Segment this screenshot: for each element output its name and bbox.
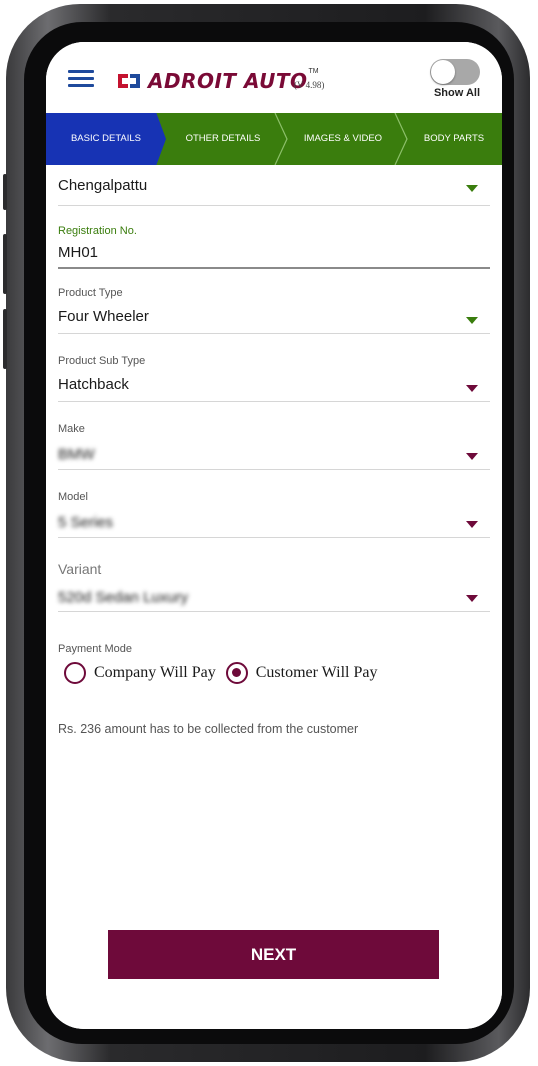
field-underline: [58, 333, 490, 334]
volume-down-button: [3, 309, 7, 369]
app-header: ADROIT AUTO TM (V 4.98) Show All: [46, 42, 502, 113]
make-select[interactable]: Make BMW: [58, 423, 490, 471]
product-sub-type-select[interactable]: Product Sub Type Hatchback: [58, 355, 490, 403]
collection-note: Rs. 236 amount has to be collected from …: [58, 722, 359, 736]
show-all-label: Show All: [433, 87, 481, 99]
field-underline: [58, 401, 490, 402]
location-value: Chengalpattu: [58, 177, 148, 194]
variant-select[interactable]: Variant 520d Sedan Luxury: [58, 561, 490, 613]
app-version: (V 4.98): [294, 80, 325, 90]
field-underline: [58, 611, 490, 612]
hamburger-menu-icon[interactable]: [68, 70, 94, 88]
registration-label: Registration No.: [58, 225, 137, 237]
mute-switch: [3, 174, 7, 210]
dropdown-arrow-icon: [466, 185, 478, 192]
customer-will-pay-radio[interactable]: [225, 662, 248, 684]
product-type-select[interactable]: Product Type Four Wheeler: [58, 287, 490, 335]
tab-images-video[interactable]: IMAGES & VIDEO: [288, 113, 398, 165]
dropdown-arrow-icon: [466, 385, 478, 392]
dropdown-arrow-icon: [466, 521, 478, 528]
location-select[interactable]: Chengalpattu: [58, 165, 490, 207]
make-label: Make: [58, 423, 85, 435]
product-type-label: Product Type: [58, 287, 123, 299]
field-underline: [58, 205, 490, 206]
next-button[interactable]: NEXT: [108, 930, 439, 979]
company-will-pay-label[interactable]: Company Will Pay: [94, 664, 216, 682]
product-sub-type-label: Product Sub Type: [58, 355, 146, 367]
step-navigation: BASIC DETAILS OTHER DETAILS IMAGES & VID…: [46, 113, 502, 165]
make-value: BMW: [58, 446, 95, 463]
field-underline: [58, 469, 490, 470]
payment-mode-label: Payment Mode: [58, 643, 132, 655]
payment-mode-options: Company Will Pay Customer Will Pay: [64, 662, 387, 684]
tab-basic-details[interactable]: BASIC DETAILS: [46, 113, 166, 165]
registration-field[interactable]: Registration No. MH01: [58, 225, 490, 269]
dropdown-arrow-icon: [466, 317, 478, 324]
form-content: Chengalpattu Registration No. MH01 Produ…: [46, 165, 502, 1029]
dropdown-arrow-icon: [466, 595, 478, 602]
step-chevron-icon: [274, 113, 288, 165]
dropdown-arrow-icon: [466, 453, 478, 460]
show-all-toggle[interactable]: [430, 59, 480, 85]
app-screen: ADROIT AUTO TM (V 4.98) Show All BASIC D…: [46, 42, 502, 1029]
model-select[interactable]: Model 5 Series: [58, 491, 490, 539]
payment-mode-field: Payment Mode: [58, 643, 490, 659]
trademark: TM: [308, 67, 319, 75]
product-sub-type-value: Hatchback: [58, 376, 129, 393]
field-underline: [58, 537, 490, 538]
brand-name: ADROIT AUTO: [148, 69, 308, 93]
logo-mark-icon: [118, 74, 140, 88]
customer-will-pay-label[interactable]: Customer Will Pay: [256, 664, 378, 682]
registration-input[interactable]: MH01: [58, 244, 490, 261]
variant-value: 520d Sedan Luxury: [58, 589, 189, 606]
brand-logo: ADROIT AUTO TM: [116, 66, 319, 96]
company-will-pay-radio[interactable]: [64, 662, 86, 684]
product-type-value: Four Wheeler: [58, 308, 149, 325]
tab-other-details[interactable]: OTHER DETAILS: [168, 113, 278, 165]
model-label: Model: [58, 491, 88, 503]
variant-label: Variant: [58, 561, 102, 577]
tab-body-parts[interactable]: BODY PARTS: [406, 113, 502, 165]
model-value: 5 Series: [58, 514, 114, 531]
toggle-knob: [431, 60, 455, 84]
field-underline: [58, 267, 490, 269]
volume-up-button: [3, 234, 7, 294]
